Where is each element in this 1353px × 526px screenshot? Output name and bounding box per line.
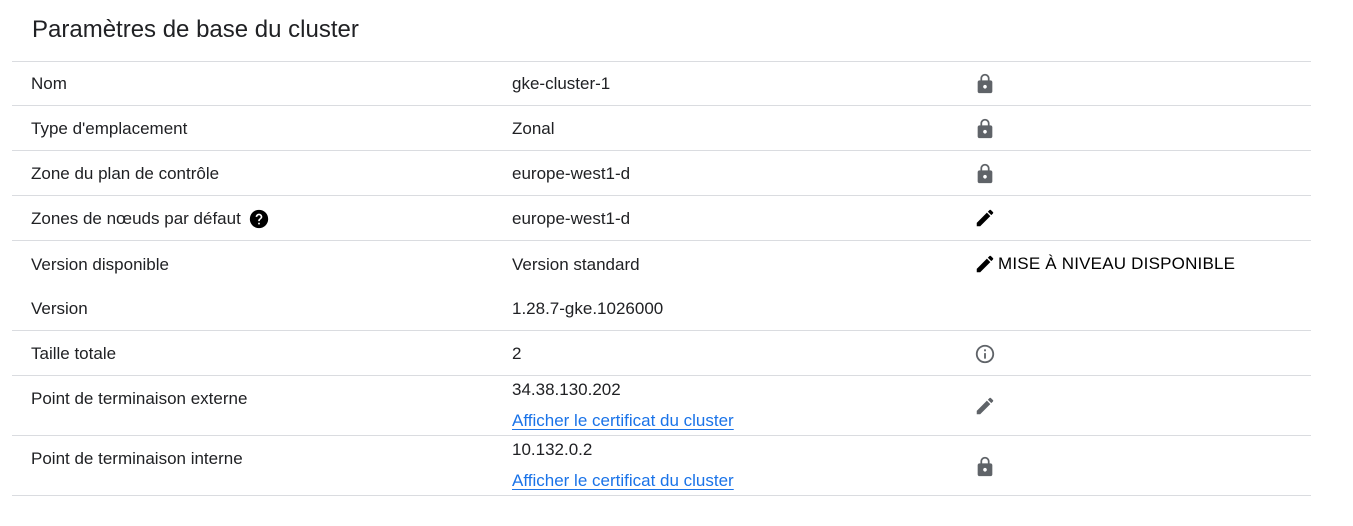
edit-icon	[974, 253, 996, 275]
edit-external-endpoint-button[interactable]	[974, 395, 996, 420]
row-label: Version disponible	[31, 255, 169, 274]
table-row-taille-totale: Taille totale 2	[12, 331, 1311, 376]
row-label: Point de terminaison externe	[31, 389, 248, 408]
section-title: Paramètres de base du cluster	[32, 16, 359, 43]
show-cluster-certificate-link[interactable]: Afficher le certificat du cluster	[512, 410, 734, 432]
table-row-version: Version 1.28.7-gke.1026000	[12, 286, 1311, 331]
row-value: europe-west1-d	[512, 209, 631, 228]
row-label: Version	[31, 299, 88, 318]
upgrade-available-label: MISE À NIVEAU DISPONIBLE	[998, 254, 1236, 273]
row-value: Zonal	[512, 119, 555, 138]
row-label: Taille totale	[31, 344, 117, 363]
edit-icon	[974, 207, 996, 229]
size-info-button[interactable]	[974, 343, 996, 368]
table-row-endpoint-externe: Point de terminaison externe 34.38.130.2…	[12, 376, 1311, 436]
cluster-basics-table: Nom gke-cluster-1 Type d'emplacement Zon…	[12, 61, 1311, 496]
row-label: Point de terminaison interne	[31, 449, 243, 468]
row-label: Type d'emplacement	[31, 119, 188, 138]
lock-icon	[974, 456, 996, 478]
row-value: Version standard	[512, 255, 640, 274]
table-row-endpoint-interne: Point de terminaison interne 10.132.0.2 …	[12, 436, 1311, 496]
table-row-zones-noeuds: Zones de nœuds par défaut europe-west1-d	[12, 196, 1311, 241]
lock-icon	[974, 73, 996, 95]
table-row-nom: Nom gke-cluster-1	[12, 62, 1311, 106]
table-row-type-emplacement: Type d'emplacement Zonal	[12, 106, 1311, 151]
row-label: Nom	[31, 74, 67, 93]
row-value: 34.38.130.202	[512, 380, 621, 399]
show-cluster-certificate-link[interactable]: Afficher le certificat du cluster	[512, 470, 734, 492]
row-value: 1.28.7-gke.1026000	[512, 299, 664, 318]
row-label: Zones de nœuds par défaut	[31, 209, 241, 228]
table-row-zone-plan-controle: Zone du plan de contrôle europe-west1-d	[12, 151, 1311, 196]
upgrade-available-button[interactable]: MISE À NIVEAU DISPONIBLE	[974, 253, 1235, 275]
row-value: europe-west1-d	[512, 164, 631, 183]
table-row-version-disponible: Version disponible Version standard MISE…	[12, 241, 1311, 286]
lock-icon	[974, 118, 996, 140]
edit-icon	[974, 395, 996, 417]
row-value: gke-cluster-1	[512, 74, 611, 93]
help-icon[interactable]	[249, 209, 269, 229]
row-value: 2	[512, 344, 522, 363]
edit-default-zones-button[interactable]	[974, 207, 996, 232]
row-label: Zone du plan de contrôle	[31, 164, 220, 183]
info-icon	[974, 343, 996, 365]
lock-icon	[974, 163, 996, 185]
row-value: 10.132.0.2	[512, 440, 593, 459]
